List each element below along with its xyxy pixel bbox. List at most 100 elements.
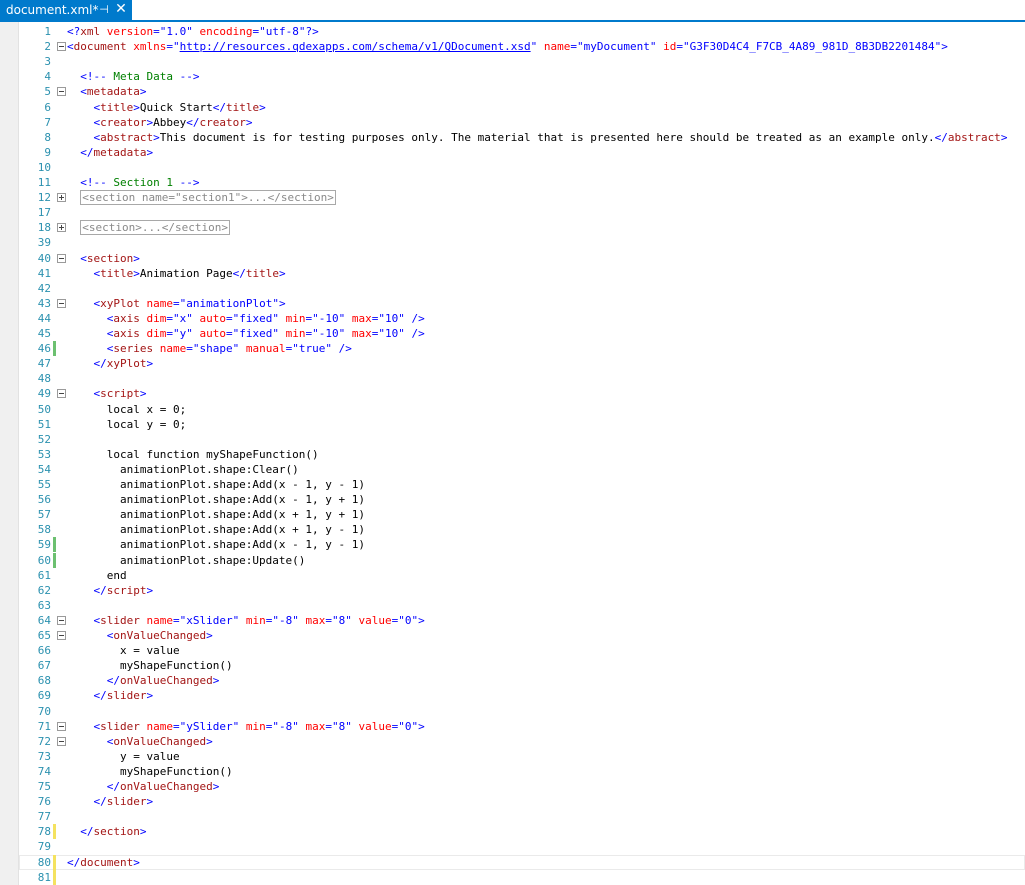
code-line[interactable]: 3 bbox=[19, 54, 1025, 69]
code-line[interactable]: 65 <onValueChanged> bbox=[19, 628, 1025, 643]
code-editor[interactable]: 1 <?xml version="1.0" encoding="utf-8"?> 2… bbox=[0, 22, 1025, 885]
code-line[interactable]: 42 bbox=[19, 281, 1025, 296]
code-line[interactable]: 51 local y = 0; bbox=[19, 417, 1025, 432]
code-line[interactable]: 45 <axis dim="y" auto="fixed" min="-10" … bbox=[19, 326, 1025, 341]
code-line[interactable]: 55 animationPlot.shape:Add(x - 1, y - 1) bbox=[19, 477, 1025, 492]
code-line[interactable]: 44 <axis dim="x" auto="fixed" min="-10" … bbox=[19, 311, 1025, 326]
code-token: > bbox=[139, 825, 147, 839]
code-line[interactable]: 78 </section> bbox=[19, 824, 1025, 840]
code-token: </ bbox=[93, 795, 107, 809]
collapse-icon[interactable] bbox=[57, 389, 66, 399]
code-line[interactable]: 79 bbox=[19, 839, 1025, 854]
code-line[interactable]: 58 animationPlot.shape:Add(x + 1, y - 1) bbox=[19, 522, 1025, 537]
code-line[interactable]: 72 <onValueChanged> bbox=[19, 734, 1025, 749]
code-line[interactable]: 57 animationPlot.shape:Add(x + 1, y + 1) bbox=[19, 507, 1025, 522]
code-line[interactable]: 5 <metadata> bbox=[19, 84, 1025, 99]
code-line[interactable]: 8 <abstract>This document is for testing… bbox=[19, 130, 1025, 145]
code-token: script bbox=[106, 583, 147, 597]
collapse-icon[interactable] bbox=[57, 615, 66, 625]
code-token: auto bbox=[199, 311, 227, 325]
line-number: 59 bbox=[37, 538, 51, 552]
expand-icon[interactable] bbox=[57, 193, 66, 203]
collapse-icon[interactable] bbox=[57, 631, 66, 640]
code-token: > bbox=[206, 629, 213, 642]
code-line[interactable]: 63 bbox=[19, 598, 1025, 613]
code-line[interactable]: 64 <slider name="xSlider" min="-8" max="… bbox=[19, 613, 1025, 628]
code-line[interactable]: 70 bbox=[19, 704, 1025, 719]
code-line[interactable]: 53 local function myShapeFunction() bbox=[19, 447, 1025, 462]
expand-icon[interactable] bbox=[57, 223, 66, 233]
code-line[interactable]: 81 bbox=[19, 869, 1025, 885]
pin-icon[interactable]: ⊣ bbox=[97, 1, 111, 17]
code-line[interactable]: 7 <creator>Abbey</creator> bbox=[19, 115, 1025, 130]
code-token: > bbox=[146, 689, 154, 703]
code-line[interactable]: 2 <document xmlns="http://resources.qdexa… bbox=[19, 39, 1025, 54]
line-number: 66 bbox=[37, 644, 51, 658]
code-line[interactable]: 4 <!-- Meta Data --> bbox=[19, 69, 1025, 84]
code-line[interactable]: 66 x = value bbox=[19, 643, 1025, 658]
line-number: 8 bbox=[44, 130, 51, 144]
code-token: </ bbox=[106, 780, 120, 793]
code-token: "0" bbox=[398, 719, 419, 733]
code-line[interactable]: 59 animationPlot.shape:Add(x - 1, y - 1) bbox=[19, 537, 1025, 553]
code-line[interactable]: 50 local x = 0; bbox=[19, 402, 1025, 417]
collapse-icon[interactable] bbox=[57, 253, 66, 263]
code-line[interactable]: 62 </script> bbox=[19, 583, 1025, 598]
code-line[interactable]: 71 <slider name="ySlider" min="-8" max="… bbox=[19, 719, 1025, 734]
collapsed-region[interactable]: <section>...</section> bbox=[80, 220, 230, 236]
collapse-icon[interactable] bbox=[57, 736, 66, 746]
code-line[interactable]: 43 <xyPlot name="animationPlot"> bbox=[19, 296, 1025, 311]
code-line[interactable]: 39 bbox=[19, 235, 1025, 250]
code-line[interactable]: 47 </xyPlot> bbox=[19, 356, 1025, 371]
code-line[interactable]: 52 bbox=[19, 432, 1025, 447]
code-line[interactable]: 17 bbox=[19, 205, 1025, 220]
code-line[interactable]: 10 bbox=[19, 160, 1025, 175]
collapse-icon[interactable] bbox=[57, 298, 66, 308]
code-line[interactable]: 18 <section>...</section> bbox=[19, 220, 1025, 236]
code-token: > bbox=[133, 855, 140, 869]
code-line[interactable]: 49 <script> bbox=[19, 386, 1025, 401]
code-line[interactable]: 74 myShapeFunction() bbox=[19, 764, 1025, 779]
collapse-icon[interactable] bbox=[57, 87, 66, 97]
schema-link[interactable]: http://resources.qdexapps.com/schema/v1/… bbox=[180, 40, 531, 53]
code-line[interactable]: 46 <series name="shape" manual="true" /> bbox=[19, 341, 1025, 357]
code-token: > bbox=[146, 357, 154, 371]
code-line[interactable]: 80 </document> bbox=[19, 854, 1025, 870]
code-token: = bbox=[166, 327, 173, 340]
code-line[interactable]: 12 <section name="section1">...</section… bbox=[19, 190, 1025, 206]
close-icon[interactable]: ✕ bbox=[114, 0, 128, 18]
code-line[interactable]: 40 <section> bbox=[19, 251, 1025, 266]
line-number: 7 bbox=[44, 115, 51, 129]
code-text: <abstract>This document is for testing p… bbox=[67, 130, 1008, 145]
code-token: = bbox=[173, 296, 180, 310]
code-text: animationPlot.shape:Add(x - 1, y - 1) bbox=[67, 537, 365, 552]
code-line[interactable]: 41 <title>Animation Page</title> bbox=[19, 266, 1025, 281]
line-number: 50 bbox=[37, 402, 51, 416]
code-line[interactable]: 68 </onValueChanged> bbox=[19, 673, 1025, 688]
code-line[interactable]: 60 animationPlot.shape:Update() bbox=[19, 552, 1025, 568]
tab-document-xml[interactable]: document.xml* ⊣ ✕ bbox=[0, 0, 132, 20]
collapsed-region[interactable]: <section name="section1">...</section> bbox=[80, 190, 336, 206]
code-line[interactable]: 48 bbox=[19, 371, 1025, 386]
collapse-icon[interactable] bbox=[57, 721, 66, 731]
code-line[interactable]: 76 </slider> bbox=[19, 794, 1025, 809]
code-line[interactable]: 6 <title>Quick Start</title> bbox=[19, 100, 1025, 115]
code-line[interactable]: 11 <!-- Section 1 --> bbox=[19, 175, 1025, 190]
code-line[interactable]: 61 end bbox=[19, 568, 1025, 583]
code-text: <axis dim="y" auto="fixed" min="-10" max… bbox=[67, 326, 425, 341]
code-line[interactable]: 77 bbox=[19, 809, 1025, 824]
collapse-icon[interactable] bbox=[57, 42, 66, 52]
code-line[interactable]: 69 </slider> bbox=[19, 688, 1025, 703]
code-line[interactable]: 1 <?xml version="1.0" encoding="utf-8"?> bbox=[19, 24, 1025, 39]
code-token: document bbox=[73, 40, 127, 54]
code-line[interactable]: 54 animationPlot.shape:Clear() bbox=[19, 462, 1025, 477]
code-line[interactable]: 56 animationPlot.shape:Add(x - 1, y + 1) bbox=[19, 492, 1025, 507]
code-line[interactable]: 67 myShapeFunction() bbox=[19, 658, 1025, 673]
code-line[interactable]: 9 </metadata> bbox=[19, 145, 1025, 160]
code-line[interactable]: 75 </onValueChanged> bbox=[19, 779, 1025, 794]
code-line[interactable]: 73 y = value bbox=[19, 749, 1025, 764]
code-token: --> bbox=[179, 176, 200, 189]
code-token: = bbox=[173, 719, 180, 733]
